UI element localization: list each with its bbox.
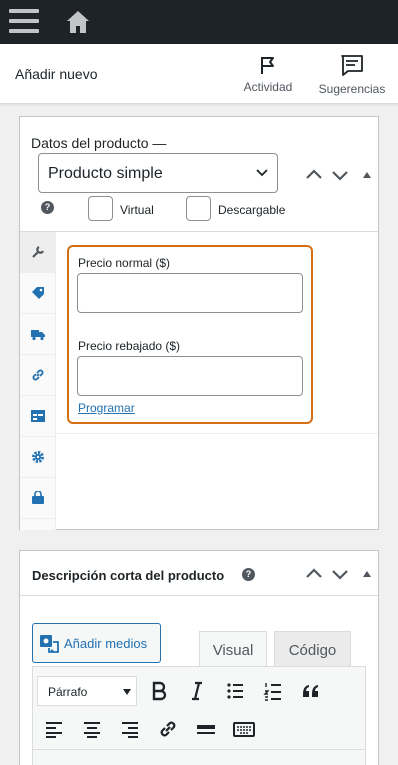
editor-toolbar: Párrafo <box>32 666 366 765</box>
tab-general[interactable] <box>20 232 56 273</box>
page-header: Añadir nuevo Actividad Sugerencias <box>0 44 398 104</box>
tab-visual[interactable]: Visual <box>199 631 267 667</box>
activity-button[interactable]: Actividad <box>240 54 296 94</box>
align-left-icon[interactable] <box>43 718 65 740</box>
suggestions-button[interactable]: Sugerencias <box>316 54 388 96</box>
virtual-label: Virtual <box>120 203 154 217</box>
align-center-icon[interactable] <box>81 718 103 740</box>
activity-label: Actividad <box>243 80 293 94</box>
move-down-icon[interactable] <box>330 564 350 584</box>
gear-icon <box>32 451 44 463</box>
align-right-icon[interactable] <box>119 718 141 740</box>
flag-icon <box>261 57 274 74</box>
media-icon <box>40 635 59 653</box>
link-icon[interactable] <box>157 718 179 740</box>
toggle-panel-icon[interactable] <box>357 564 377 584</box>
tab-get-more-options[interactable] <box>20 478 56 519</box>
regular-price-label: Precio normal ($) <box>78 256 171 270</box>
link-icon <box>32 369 44 381</box>
menu-icon[interactable] <box>9 9 39 35</box>
short-description-panel: Descripción corta del producto ? Añadir … <box>19 550 379 765</box>
divider <box>32 749 366 750</box>
admin-bar <box>0 0 398 44</box>
shopping-bag-icon <box>32 491 44 504</box>
tab-code[interactable]: Código <box>274 631 351 667</box>
suggestions-label: Sugerencias <box>318 82 386 96</box>
help-icon[interactable]: ? <box>242 568 255 581</box>
feedback-icon <box>341 55 363 76</box>
tab-advanced[interactable] <box>20 437 56 478</box>
blockquote-icon[interactable] <box>300 680 322 702</box>
bold-icon[interactable] <box>148 680 170 702</box>
toggle-panel-icon[interactable] <box>357 165 377 185</box>
page-title: Añadir nuevo <box>15 66 98 82</box>
pricing-fields-box: Precio normal ($) Precio rebajado ($) Pr… <box>67 245 313 424</box>
move-down-icon[interactable] <box>330 165 350 185</box>
move-up-icon[interactable] <box>304 564 324 584</box>
bullet-list-icon[interactable] <box>224 680 246 702</box>
tab-linked-products[interactable] <box>20 355 56 396</box>
format-select-value: Párrafo <box>48 685 88 699</box>
tab-shipping[interactable] <box>20 314 56 355</box>
chevron-down-icon <box>256 169 268 177</box>
divider <box>56 433 378 434</box>
wrench-icon <box>32 246 44 258</box>
move-up-icon[interactable] <box>304 165 324 185</box>
downloadable-label: Descargable <box>218 203 286 217</box>
product-type-select[interactable]: Producto simple <box>38 153 278 193</box>
keyboard-icon[interactable] <box>233 718 255 740</box>
italic-icon[interactable] <box>186 680 208 702</box>
add-media-button[interactable]: Añadir medios <box>32 623 161 663</box>
sale-price-label: Precio rebajado ($) <box>78 339 181 353</box>
schedule-link[interactable]: Programar <box>78 401 135 415</box>
numbered-list-icon[interactable] <box>262 680 284 702</box>
short-description-title: Descripción corta del producto <box>32 568 225 583</box>
truck-icon <box>31 330 45 341</box>
product-data-title: Datos del producto — <box>31 135 167 151</box>
product-tabs-sidebar <box>20 232 56 530</box>
home-icon[interactable] <box>64 8 92 36</box>
format-select[interactable]: Párrafo <box>37 676 137 706</box>
tab-inventory[interactable] <box>20 273 56 314</box>
short-description-header: Descripción corta del producto ? <box>20 551 378 596</box>
sale-price-input[interactable] <box>77 356 303 396</box>
tab-attributes[interactable] <box>20 396 56 437</box>
read-more-icon[interactable] <box>195 718 217 740</box>
product-data-panel: Datos del producto — Producto simple ? V… <box>19 116 379 530</box>
product-type-value: Producto simple <box>48 165 163 182</box>
help-icon[interactable]: ? <box>41 201 54 214</box>
downloadable-checkbox[interactable] <box>186 196 211 221</box>
regular-price-input[interactable] <box>77 273 303 313</box>
add-media-label: Añadir medios <box>64 636 148 651</box>
virtual-checkbox[interactable] <box>88 196 113 221</box>
attributes-icon <box>31 410 45 422</box>
chevron-down-icon <box>123 689 131 695</box>
tag-icon <box>32 287 44 299</box>
